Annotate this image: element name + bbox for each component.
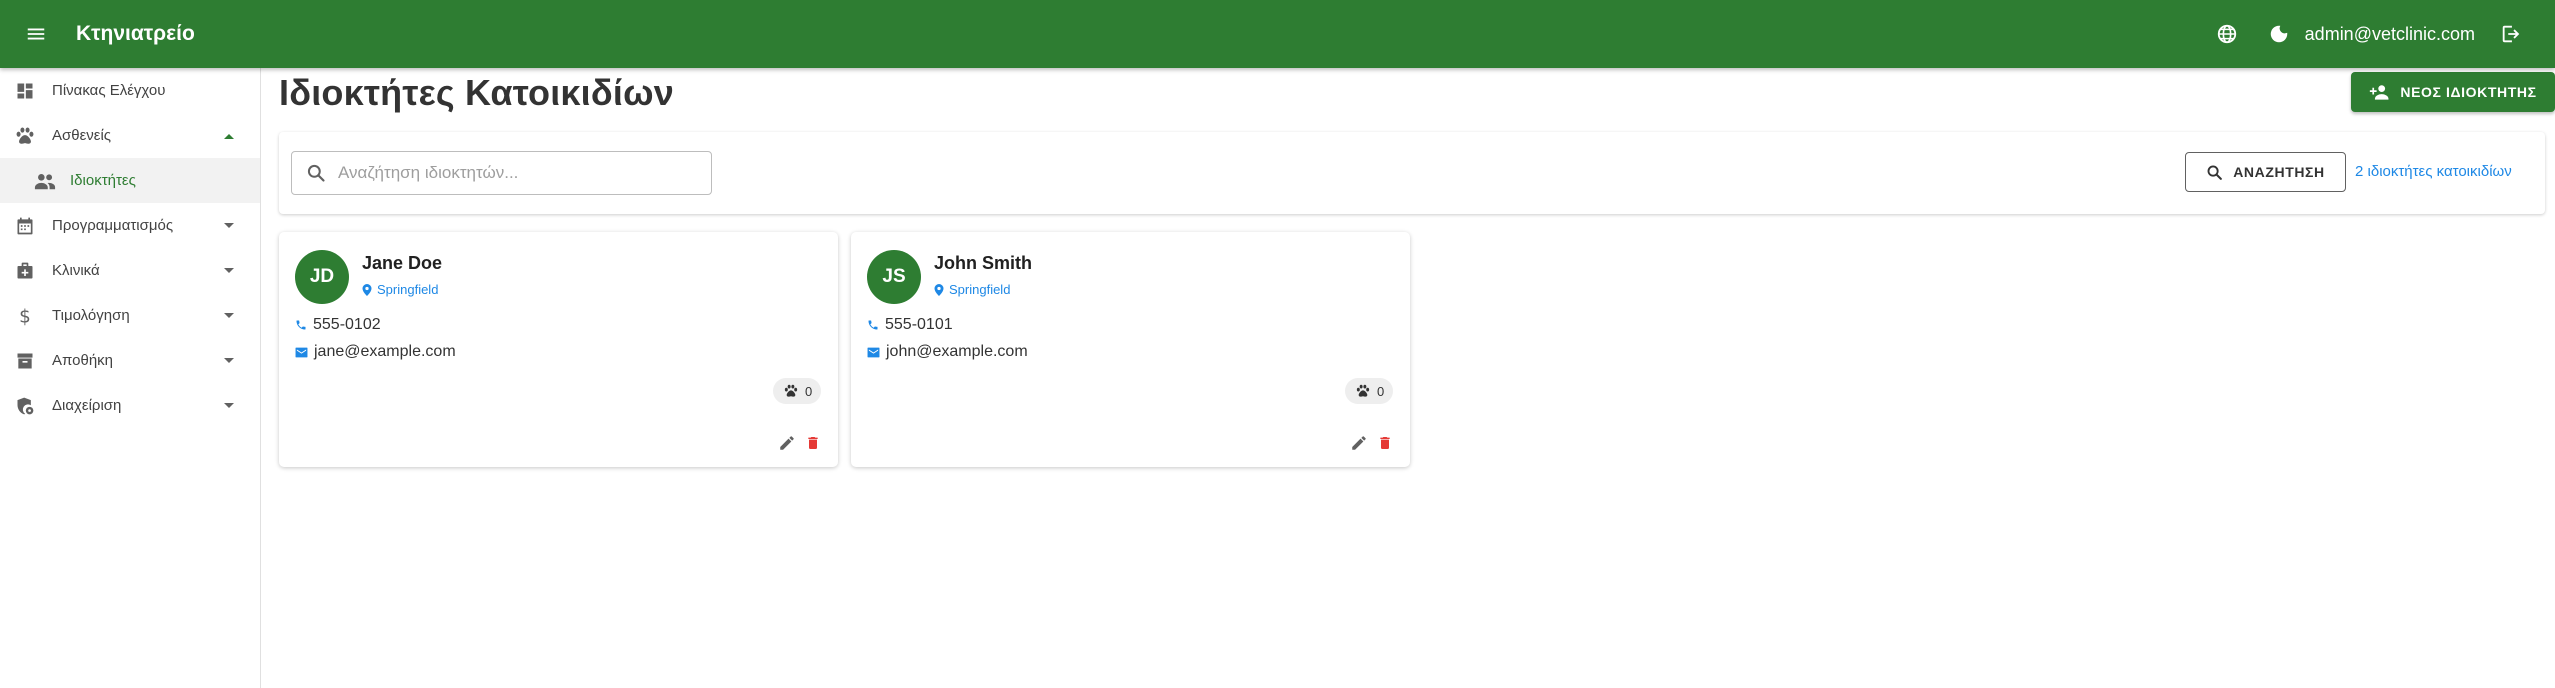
logout-icon bbox=[2502, 25, 2520, 43]
chevron-down-icon bbox=[222, 354, 236, 368]
sidebar: Πίνακας Ελέγχου Ασθενείς Ιδιοκτήτες Προγ… bbox=[0, 68, 261, 688]
delete-button[interactable] bbox=[801, 431, 825, 455]
person-add-icon bbox=[2369, 83, 2391, 101]
chevron-down-icon bbox=[222, 399, 236, 413]
edit-button[interactable] bbox=[775, 431, 799, 455]
globe-icon bbox=[2217, 24, 2236, 44]
location-pin-icon bbox=[362, 283, 372, 296]
edit-icon bbox=[1352, 436, 1366, 450]
owner-city-text: Springfield bbox=[949, 282, 1011, 297]
trash-icon bbox=[808, 437, 818, 449]
paw-icon bbox=[782, 383, 800, 399]
trash-icon bbox=[1380, 437, 1390, 449]
owner-phone: 555-0102 bbox=[295, 316, 381, 334]
owner-city: Springfield bbox=[934, 282, 1010, 297]
mail-icon bbox=[867, 347, 880, 358]
new-owner-label: ΝΕΟΣ ΙΔΙΟΚΤΗΤΗΣ bbox=[2400, 84, 2537, 100]
sidebar-item-label: Ασθενείς bbox=[52, 127, 112, 144]
logout-button[interactable] bbox=[2493, 16, 2529, 52]
owner-email: john@example.com bbox=[867, 343, 1028, 361]
owner-name: John Smith bbox=[934, 253, 1032, 273]
owner-city: Springfield bbox=[362, 282, 438, 297]
search-panel: ΑΝΑΖΗΤΗΣΗ 2 ιδιοκτήτες κατοικιδίων bbox=[279, 132, 2545, 214]
chevron-down-icon bbox=[222, 219, 236, 233]
sidebar-item-label: Προγραμματισμός bbox=[52, 217, 174, 234]
menu-button[interactable] bbox=[18, 16, 54, 52]
svg-text:$: $ bbox=[19, 306, 31, 326]
owner-phone-text: 555-0101 bbox=[885, 316, 953, 333]
avatar: JD bbox=[295, 250, 349, 304]
paw-icon bbox=[14, 125, 36, 147]
new-owner-button[interactable]: ΝΕΟΣ ΙΔΙΟΚΤΗΤΗΣ bbox=[2351, 72, 2555, 112]
sidebar-item-dashboard[interactable]: Πίνακας Ελέγχου bbox=[0, 68, 260, 113]
owner-email-text: jane@example.com bbox=[314, 343, 456, 360]
dollar-icon: $ bbox=[14, 305, 36, 326]
phone-icon bbox=[295, 319, 307, 331]
sidebar-item-label: Αποθήκη bbox=[52, 352, 114, 369]
archive-icon bbox=[14, 350, 36, 372]
edit-icon bbox=[780, 436, 794, 450]
location-pin-icon bbox=[934, 283, 944, 296]
people-icon bbox=[34, 170, 56, 192]
pets-count-chip: 0 bbox=[1345, 378, 1394, 404]
edit-button[interactable] bbox=[1347, 431, 1371, 455]
calendar-icon bbox=[14, 215, 36, 237]
medical-bag-icon bbox=[14, 260, 36, 282]
chevron-down-icon bbox=[222, 309, 236, 323]
sidebar-item-label: Τιμολόγηση bbox=[52, 307, 130, 324]
owner-phone: 555-0101 bbox=[867, 316, 953, 334]
owner-card[interactable]: JS John Smith Springfield 555-0101 john@… bbox=[851, 232, 1410, 467]
owners-count: 2 ιδιοκτήτες κατοικιδίων bbox=[2355, 163, 2512, 180]
chevron-down-icon bbox=[222, 264, 236, 278]
sidebar-item-label: Ιδιοκτήτες bbox=[70, 172, 136, 189]
sidebar-item-label: Διαχείριση bbox=[52, 397, 122, 414]
app-bar: Κτηνιατρείο admin@vetclinic.com bbox=[0, 0, 2555, 68]
owner-city-text: Springfield bbox=[377, 282, 439, 297]
sidebar-item-scheduling[interactable]: Προγραμματισμός bbox=[0, 203, 260, 248]
sidebar-item-label: Πίνακας Ελέγχου bbox=[52, 82, 166, 99]
search-input[interactable] bbox=[338, 163, 698, 183]
search-button[interactable]: ΑΝΑΖΗΤΗΣΗ bbox=[2185, 152, 2346, 192]
admin-shield-icon bbox=[14, 395, 36, 417]
sidebar-item-owners[interactable]: Ιδιοκτήτες bbox=[0, 158, 260, 203]
user-email[interactable]: admin@vetclinic.com bbox=[2305, 24, 2475, 45]
pets-count-chip: 0 bbox=[773, 378, 822, 404]
app-title: Κτηνιατρείο bbox=[76, 22, 195, 45]
search-icon bbox=[306, 163, 326, 183]
search-button-label: ΑΝΑΖΗΤΗΣΗ bbox=[2233, 164, 2325, 180]
sidebar-item-administration[interactable]: Διαχείριση bbox=[0, 383, 260, 428]
sidebar-item-billing[interactable]: $ Τιμολόγηση bbox=[0, 293, 260, 338]
sidebar-item-clinical[interactable]: Κλινικά bbox=[0, 248, 260, 293]
pets-count: 0 bbox=[805, 383, 813, 399]
sidebar-item-warehouse[interactable]: Αποθήκη bbox=[0, 338, 260, 383]
owner-email-text: john@example.com bbox=[886, 343, 1028, 360]
page-title: Ιδιοκτήτες Κατοικιδίων bbox=[279, 72, 674, 113]
sidebar-item-label: Κλινικά bbox=[52, 262, 100, 279]
owner-name: Jane Doe bbox=[362, 253, 443, 273]
owner-card[interactable]: JD Jane Doe Springfield 555-0102 jane@ex… bbox=[279, 232, 838, 467]
search-icon bbox=[2206, 164, 2223, 181]
language-button[interactable] bbox=[2209, 16, 2245, 52]
owner-phone-text: 555-0102 bbox=[313, 316, 381, 333]
chevron-up-icon bbox=[222, 129, 236, 143]
phone-icon bbox=[867, 319, 879, 331]
menu-icon bbox=[27, 28, 45, 40]
sidebar-item-patients[interactable]: Ασθενείς bbox=[0, 113, 260, 158]
mail-icon bbox=[295, 347, 308, 358]
owner-email: jane@example.com bbox=[295, 343, 456, 361]
paw-icon bbox=[1354, 383, 1372, 399]
theme-toggle-button[interactable] bbox=[2261, 16, 2297, 52]
delete-button[interactable] bbox=[1373, 431, 1397, 455]
pets-count: 0 bbox=[1377, 383, 1385, 399]
dashboard-icon bbox=[14, 80, 36, 102]
dark-mode-icon bbox=[2270, 25, 2287, 43]
avatar: JS bbox=[867, 250, 921, 304]
search-box[interactable] bbox=[291, 151, 712, 195]
